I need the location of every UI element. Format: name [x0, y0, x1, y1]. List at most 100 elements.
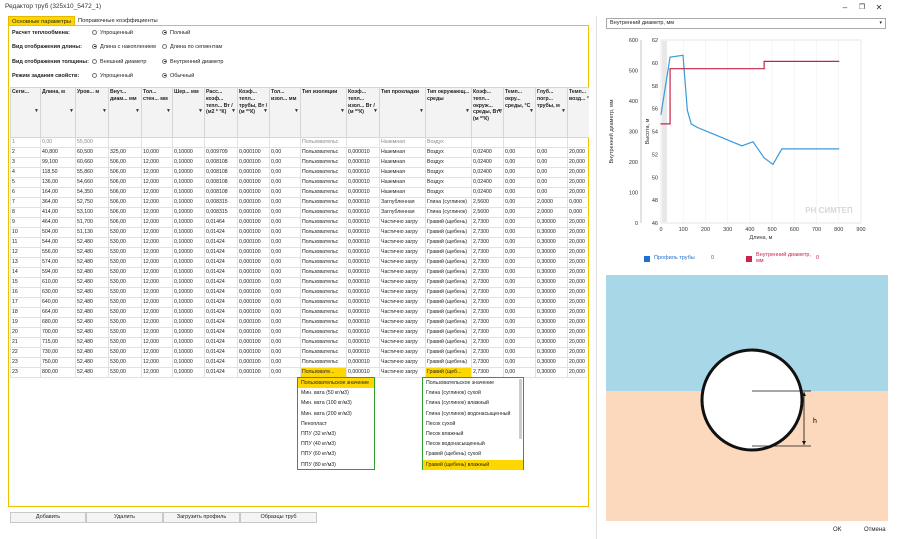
table-cell[interactable]: 0,00 — [503, 207, 536, 218]
table-cell[interactable]: 52,480 — [75, 277, 109, 288]
radio-heat-simple[interactable]: Упрощенный — [92, 29, 133, 36]
table-cell[interactable]: 0,01464 — [204, 217, 238, 228]
table-cell[interactable]: 52,480 — [75, 317, 109, 328]
table-cell[interactable]: 16 — [10, 287, 41, 298]
table-cell[interactable]: 0,000010 — [346, 267, 380, 278]
table-cell[interactable]: Гравий (щебень) — [425, 337, 472, 348]
table-cell[interactable]: 10 — [10, 227, 41, 238]
table-cell[interactable]: 0,000010 — [346, 197, 380, 208]
table-row[interactable]: 1 0,00 55,500 Пользовательс Наземная Воздух — [10, 137, 589, 148]
table-cell[interactable]: 0,00 — [503, 367, 536, 378]
table-cell[interactable]: 54,660 — [75, 177, 109, 188]
table-cell[interactable]: 0,000 — [567, 197, 589, 208]
column-header[interactable]: Шер... мм ▼ — [172, 87, 205, 138]
table-cell[interactable]: 530,00 — [108, 257, 142, 268]
table-cell[interactable]: 0,00 — [503, 177, 536, 188]
dropdown-option[interactable]: Гравий (щебень) влажный — [423, 459, 523, 470]
table-cell[interactable]: 1 — [10, 137, 41, 148]
table-cell[interactable]: 0,000010 — [346, 307, 380, 318]
table-cell[interactable]: 0,000010 — [346, 357, 380, 368]
table-cell[interactable]: 0,00 — [269, 317, 301, 328]
table-cell[interactable]: Пользовательс — [300, 317, 347, 328]
filter-icon[interactable]: ▼ — [419, 108, 424, 115]
dropdown-option[interactable]: Пенопласт — [298, 419, 374, 429]
table-cell[interactable]: 364,00 — [40, 197, 76, 208]
table-cell[interactable]: 0,00 — [269, 157, 301, 168]
table-row[interactable]: 5 136,00 54,660 506,00 12,000 0,10000 0,008108… — [10, 177, 589, 188]
column-header[interactable]: Коэф... тепл... изол... Вт / (м *°К) ▼ — [346, 87, 380, 138]
table-cell[interactable]: 11 — [10, 237, 41, 248]
table-cell[interactable]: Частично загру — [379, 277, 426, 288]
table-cell[interactable]: 0,00 — [503, 187, 536, 198]
table-cell[interactable]: 2,7300 — [471, 277, 504, 288]
table-cell[interactable]: Пользовательс — [300, 277, 347, 288]
table-cell[interactable]: 0,10000 — [172, 147, 205, 158]
table-cell[interactable]: 0,00 — [503, 347, 536, 358]
table-row[interactable]: 16 630,00 52,480 530,00 12,000 0,10000 0,01424… — [10, 287, 589, 298]
table-cell[interactable]: Пользовательс — [300, 257, 347, 268]
table-cell[interactable]: Частично загру — [379, 347, 426, 358]
table-cell[interactable]: 0,00 — [503, 337, 536, 348]
table-cell[interactable]: 0,000100 — [237, 367, 270, 378]
scrollbar[interactable] — [519, 379, 522, 439]
table-cell[interactable]: Гравий (щебень) — [425, 357, 472, 368]
table-cell[interactable]: 530,00 — [108, 337, 142, 348]
table-row[interactable]: 2 40,800 60,500 325,00 10,000 0,10000 0,009709… — [10, 147, 589, 158]
table-cell[interactable]: 594,00 — [40, 267, 76, 278]
table-cell[interactable]: Наземная — [379, 187, 426, 198]
table-cell[interactable]: 0,10000 — [172, 207, 205, 218]
table-cell[interactable]: 506,00 — [108, 197, 142, 208]
table-cell[interactable]: 0,10000 — [172, 267, 205, 278]
table-cell[interactable]: 20 — [10, 327, 41, 338]
table-cell[interactable]: 530,00 — [108, 277, 142, 288]
table-cell[interactable]: 0,01424 — [204, 327, 238, 338]
table-cell[interactable]: 12,000 — [141, 337, 173, 348]
column-header[interactable]: Темп... возд... °С▼ — [567, 87, 589, 138]
table-cell[interactable]: Пользовательс — [300, 177, 347, 188]
pipe-samples-button[interactable]: Образцы труб — [240, 512, 317, 523]
table-cell[interactable]: 40,800 — [40, 147, 76, 158]
column-header[interactable]: Глуб... погр... трубы, м ▼ — [535, 87, 568, 138]
table-cell[interactable]: 0,30000 — [535, 367, 568, 378]
table-cell[interactable]: Гравий (щебень) — [425, 327, 472, 338]
table-cell[interactable]: Заглубленная — [379, 197, 426, 208]
minimize-icon[interactable]: – — [838, 2, 852, 13]
filter-icon[interactable]: ▼ — [465, 108, 470, 115]
table-cell[interactable]: 12,000 — [141, 177, 173, 188]
table-cell[interactable]: 2,0000 — [535, 207, 568, 218]
table-cell[interactable]: 12,000 — [141, 327, 173, 338]
table-cell[interactable]: 2,7300 — [471, 257, 504, 268]
dropdown-option[interactable]: Песок влажный — [423, 429, 523, 439]
table-cell[interactable]: Наземная — [379, 157, 426, 168]
table-cell[interactable]: 0,00 — [269, 227, 301, 238]
table-cell[interactable]: Частично загру — [379, 307, 426, 318]
table-cell[interactable]: 530,00 — [108, 287, 142, 298]
table-cell[interactable]: 0,30000 — [535, 307, 568, 318]
table-cell[interactable]: 2,7300 — [471, 247, 504, 258]
table-cell[interactable]: 118,50 — [40, 167, 76, 178]
table-cell[interactable]: 0,00 — [503, 257, 536, 268]
table-cell[interactable]: 52,480 — [75, 347, 109, 358]
table-cell[interactable]: 506,00 — [108, 207, 142, 218]
table-cell[interactable]: 164,00 — [40, 187, 76, 198]
table-cell[interactable]: 2,7300 — [471, 287, 504, 298]
table-cell[interactable]: 530,00 — [108, 357, 142, 368]
table-cell[interactable]: 530,00 — [108, 317, 142, 328]
table-cell[interactable]: Частично загру — [379, 247, 426, 258]
table-cell[interactable]: 0,000010 — [346, 217, 380, 228]
table-cell[interactable]: Глина (суглинок) — [425, 197, 472, 208]
table-cell[interactable]: 0,30000 — [535, 287, 568, 298]
table-cell[interactable]: 0,00 — [269, 347, 301, 358]
table-cell[interactable]: 20,000 — [567, 327, 589, 338]
table-cell[interactable]: Пользовательс — [300, 327, 347, 338]
table-cell[interactable]: Гравий (щебень) — [425, 217, 472, 228]
table-cell[interactable]: 0,000100 — [237, 167, 270, 178]
table-cell[interactable]: 0,00 — [269, 257, 301, 268]
table-cell[interactable]: 3 — [10, 157, 41, 168]
close-icon[interactable]: ✕ — [872, 2, 886, 13]
table-cell[interactable]: 12,000 — [141, 157, 173, 168]
table-cell[interactable]: Частично загру — [379, 327, 426, 338]
table-cell[interactable]: 0,000100 — [237, 317, 270, 328]
table-cell[interactable]: 0,01424 — [204, 237, 238, 248]
table-cell[interactable]: 0,10000 — [172, 357, 205, 368]
